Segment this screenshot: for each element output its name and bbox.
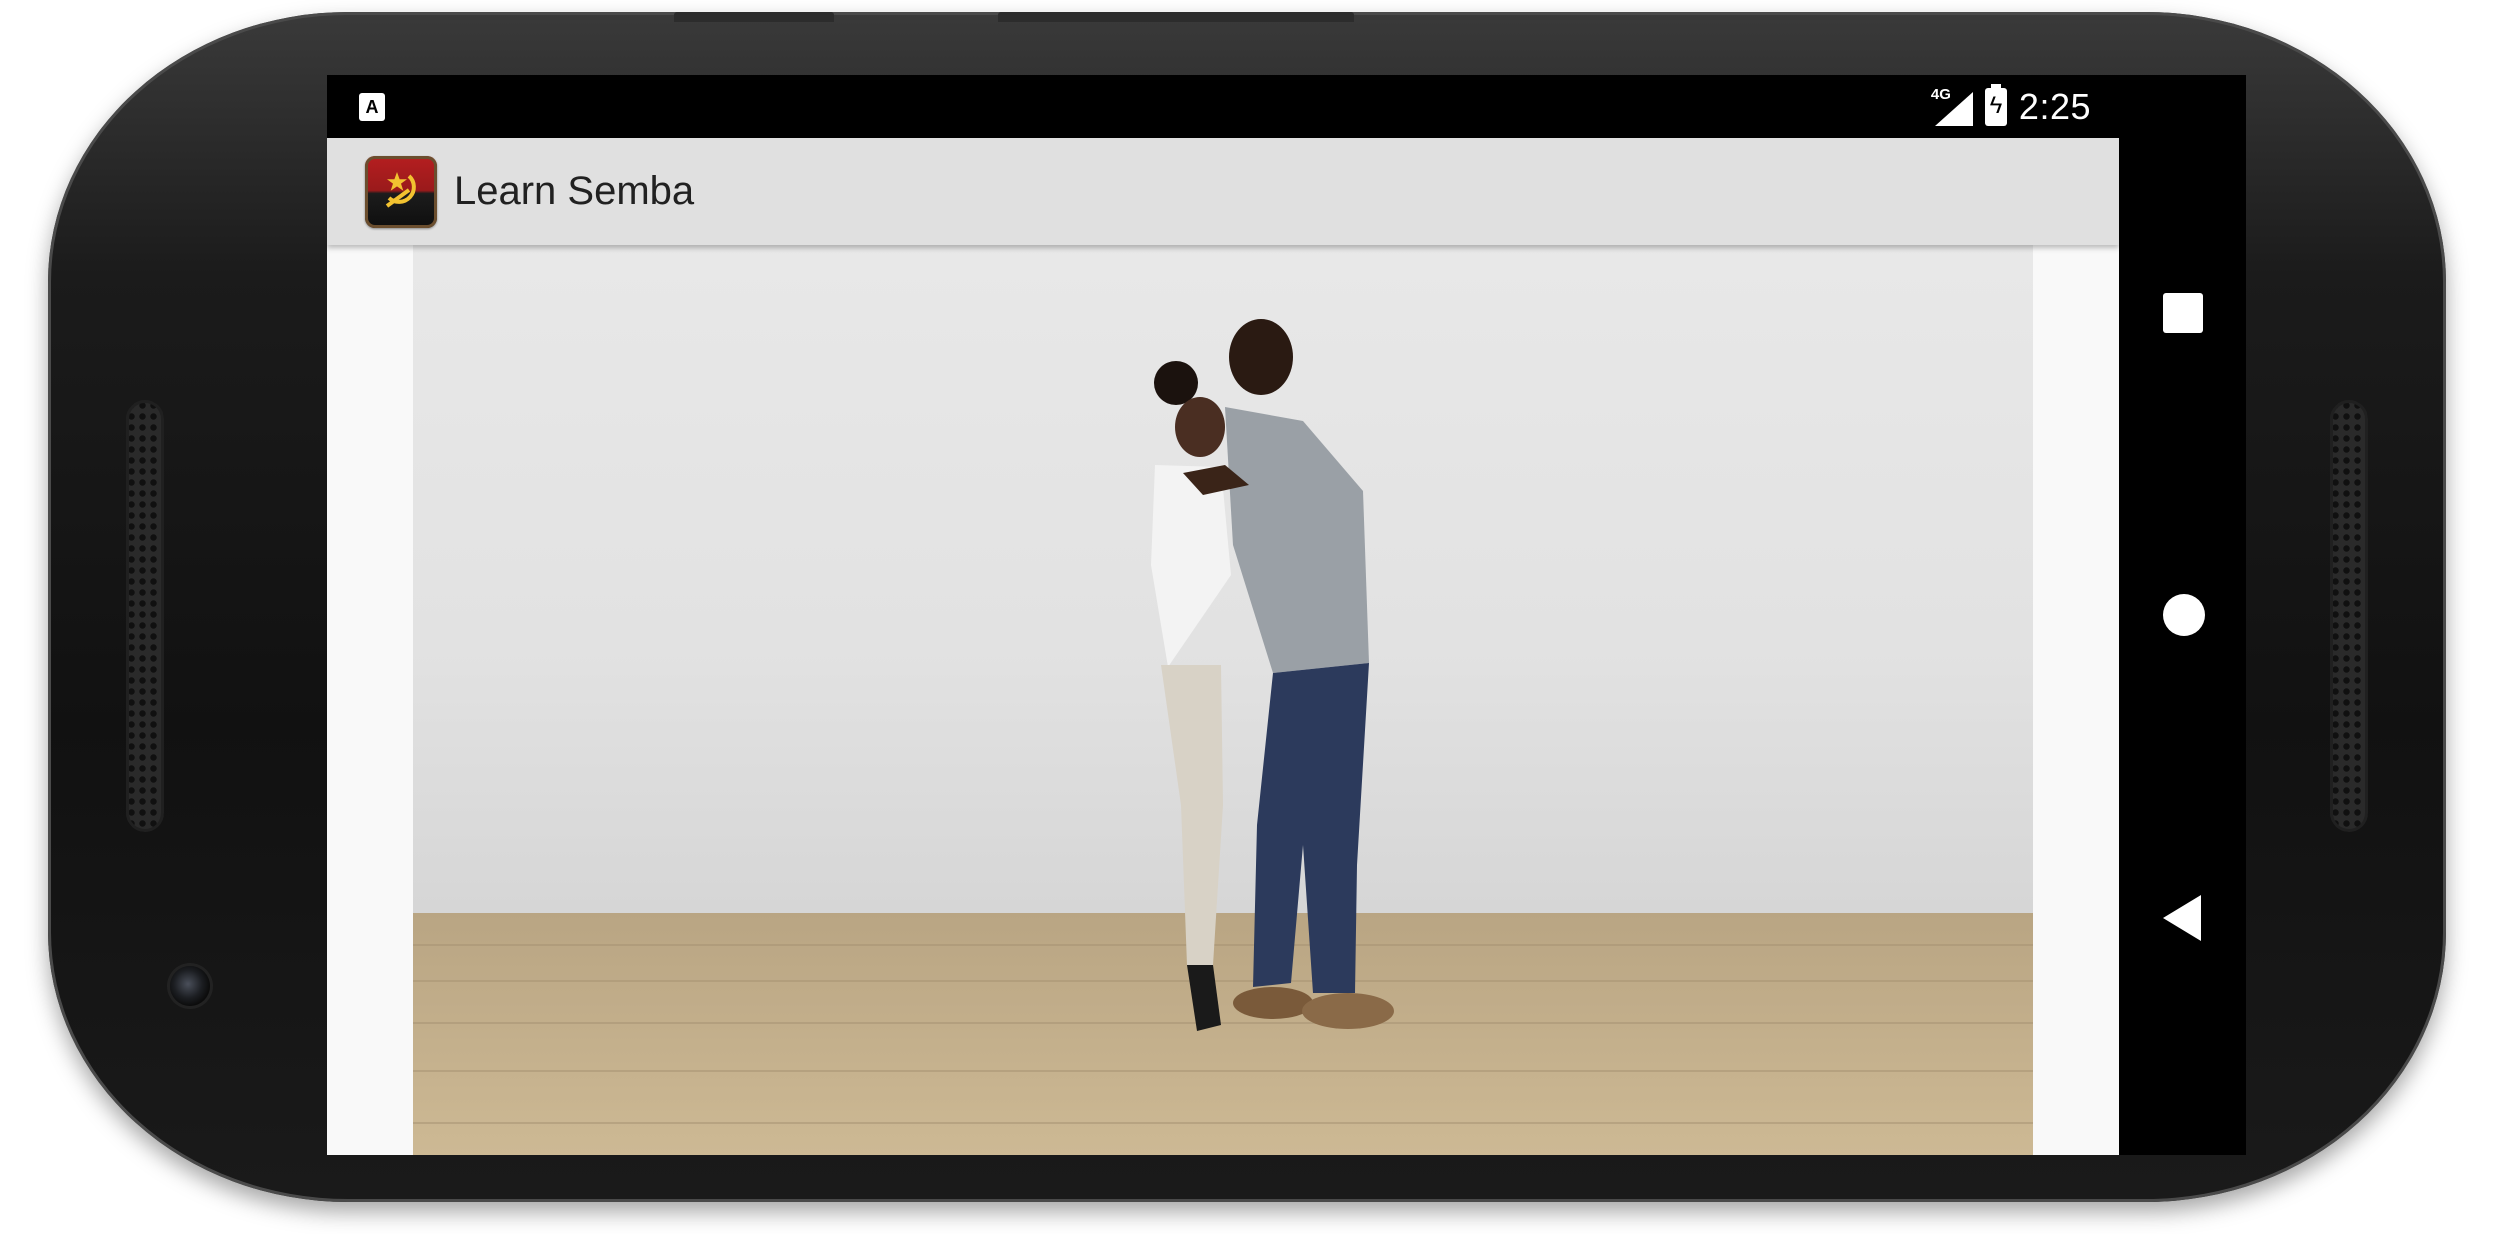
status-icons: 4G ϟ 2:25 (1931, 83, 2091, 131)
front-camera (170, 966, 210, 1006)
a-letter-notification-icon: A (359, 93, 385, 121)
volume-button (998, 12, 1354, 22)
video-still (413, 245, 2033, 1155)
screen: A 4G ϟ 2:25 Learn Semba (327, 75, 2246, 1155)
status-time: 2:25 (2018, 86, 2091, 127)
circle-home-icon[interactable] (2163, 594, 2205, 636)
dance-video-frame[interactable] (413, 245, 2033, 1155)
content-area (327, 245, 2119, 1155)
left-speaker-grille (126, 400, 164, 832)
signal-4g-icon: 4G (1930, 86, 1973, 126)
network-type-label: 4G (1930, 86, 1951, 103)
angola-emblem-icon (385, 172, 416, 208)
triangle-back-icon[interactable] (2163, 895, 2201, 941)
app-title: Learn Semba (454, 169, 695, 213)
battery-charging-icon: ϟ (1984, 84, 2007, 126)
charging-bolt-icon: ϟ (1989, 92, 2003, 119)
power-button (674, 12, 834, 22)
navigation-bar (2119, 75, 2246, 1155)
square-recents-icon[interactable] (2163, 293, 2203, 333)
phone-frame: A 4G ϟ 2:25 Learn Semba (48, 12, 2446, 1202)
app-bar: Learn Semba (327, 138, 2119, 245)
angola-flag-app-icon[interactable] (365, 156, 437, 228)
status-bar: A 4G ϟ 2:25 (327, 75, 2119, 138)
right-speaker-grille (2330, 400, 2368, 832)
